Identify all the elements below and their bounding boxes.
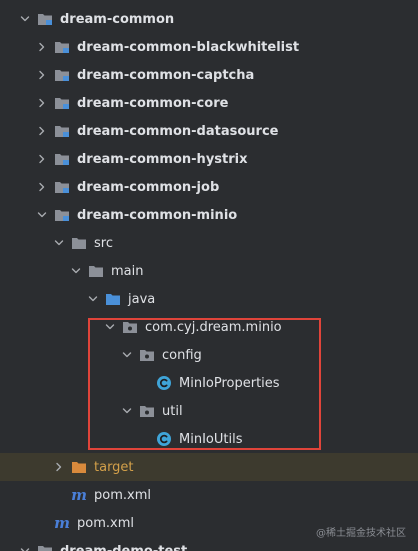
tree-row[interactable]: MinIoProperties (0, 369, 418, 397)
excluded-folder-icon (70, 459, 88, 475)
tree-row[interactable]: dream-common-datasource (0, 117, 418, 145)
module-folder-icon (53, 151, 71, 167)
tree-row-label: dream-common-job (77, 179, 220, 195)
tree-row[interactable]: util (0, 397, 418, 425)
tree-row-label: src (94, 235, 113, 251)
tree-row[interactable]: dream-common-captcha (0, 61, 418, 89)
module-folder-icon (36, 11, 54, 27)
module-folder-icon (53, 39, 71, 55)
tree-row[interactable]: java (0, 285, 418, 313)
tree-row-label: config (162, 347, 202, 363)
tree-row-label: pom.xml (77, 515, 134, 531)
tree-row[interactable]: MinIoUtils (0, 425, 418, 453)
chevron-down-icon[interactable] (18, 544, 32, 551)
package-icon (138, 347, 156, 363)
chevron-down-icon[interactable] (52, 236, 66, 250)
tree-row[interactable]: com.cyj.dream.minio (0, 313, 418, 341)
chevron-right-icon[interactable] (35, 68, 49, 82)
tree-row-label: main (111, 263, 144, 279)
tree-row[interactable]: config (0, 341, 418, 369)
tree-row-label: pom.xml (94, 487, 151, 503)
tree-row[interactable]: src (0, 229, 418, 257)
tree-row-label: com.cyj.dream.minio (145, 319, 282, 335)
tree-row-label: java (128, 291, 156, 307)
tree-row[interactable]: dream-common-blackwhitelist (0, 33, 418, 61)
chevron-right-icon[interactable] (35, 180, 49, 194)
module-folder-icon (53, 207, 71, 223)
chevron-right-icon[interactable] (52, 460, 66, 474)
project-tree: dream-common dream-common-blackwhitelist d… (0, 0, 418, 551)
package-icon (121, 319, 139, 335)
tree-row[interactable]: dream-common-core (0, 89, 418, 117)
tree-row-label: dream-common-minio (77, 207, 238, 223)
chevron-down-icon[interactable] (86, 292, 100, 306)
module-folder-icon (36, 543, 54, 551)
folder-icon (70, 235, 88, 251)
tree-row-label: util (162, 403, 183, 419)
java-class-icon (155, 375, 173, 391)
module-folder-icon (53, 123, 71, 139)
chevron-right-icon[interactable] (35, 152, 49, 166)
tree-row-label: dream-common-blackwhitelist (77, 39, 300, 55)
tree-row-label: MinIoProperties (179, 375, 280, 391)
chevron-right-icon[interactable] (35, 96, 49, 110)
module-folder-icon (53, 67, 71, 83)
tree-row-label: dream-common-hystrix (77, 151, 248, 167)
folder-icon (87, 263, 105, 279)
source-folder-icon (104, 291, 122, 307)
tree-row[interactable]: dream-common (0, 5, 418, 33)
maven-icon: m (54, 514, 70, 532)
chevron-down-icon[interactable] (69, 264, 83, 278)
chevron-right-icon[interactable] (35, 124, 49, 138)
chevron-right-icon[interactable] (35, 40, 49, 54)
tree-row-label: dream-demo-test (60, 543, 188, 551)
tree-row[interactable]: m pom.xml (0, 481, 418, 509)
tree-row[interactable]: main (0, 257, 418, 285)
maven-icon: m (71, 486, 87, 504)
tree-row[interactable]: dream-common-minio (0, 201, 418, 229)
chevron-down-icon[interactable] (120, 404, 134, 418)
tree-row-label: target (94, 459, 134, 475)
watermark: @稀土掘金技术社区 (316, 528, 406, 539)
chevron-down-icon[interactable] (18, 12, 32, 26)
tree-row-label: MinIoUtils (179, 431, 243, 447)
chevron-down-icon[interactable] (103, 320, 117, 334)
tree-row[interactable]: dream-common-job (0, 173, 418, 201)
tree-row-label: dream-common (60, 11, 175, 27)
tree-row-label: dream-common-captcha (77, 67, 255, 83)
chevron-down-icon[interactable] (120, 348, 134, 362)
tree-row[interactable]: target (0, 453, 418, 481)
module-folder-icon (53, 95, 71, 111)
chevron-down-icon[interactable] (35, 208, 49, 222)
tree-row-label: dream-common-core (77, 95, 229, 111)
java-class-icon (155, 431, 173, 447)
module-folder-icon (53, 179, 71, 195)
tree-row[interactable]: dream-demo-test (0, 537, 418, 551)
tree-row-label: dream-common-datasource (77, 123, 279, 139)
tree-row[interactable]: dream-common-hystrix (0, 145, 418, 173)
package-icon (138, 403, 156, 419)
